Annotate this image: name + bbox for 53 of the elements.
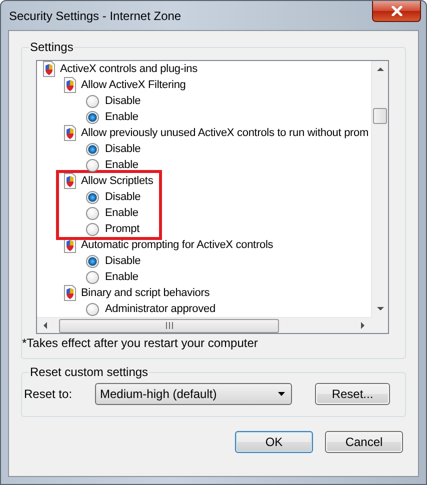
- option-label[interactable]: Disable: [105, 190, 141, 204]
- document-shield-icon: [63, 77, 77, 93]
- radio-button[interactable]: [86, 302, 99, 316]
- option-label[interactable]: Administrator approved: [105, 302, 216, 316]
- level-dropdown[interactable]: Medium-high (default): [95, 383, 292, 405]
- setting-category: Allow previously unused ActiveX controls to run without prom: [81, 126, 369, 140]
- document-shield-icon: [63, 125, 77, 141]
- option-label[interactable]: Enable: [105, 158, 138, 172]
- option-label[interactable]: Prompt: [105, 222, 140, 236]
- scroll-arrow-icon[interactable]: [376, 66, 384, 73]
- horizontal-scrollbar[interactable]: [37, 317, 371, 333]
- scroll-arrow-icon[interactable]: [359, 322, 366, 329]
- setting-category: Allow Scriptlets: [81, 174, 154, 188]
- option-label[interactable]: Enable: [105, 270, 138, 284]
- option-label[interactable]: Disable: [105, 142, 141, 156]
- group-title: Reset custom settings: [29, 365, 150, 379]
- scroll-thumb[interactable]: [373, 108, 387, 124]
- group-title: Settings: [29, 40, 74, 54]
- grip-icon: [166, 322, 172, 329]
- caret-icon: [278, 392, 285, 396]
- radio-button[interactable]: [86, 190, 99, 204]
- dialog-button[interactable]: OK: [235, 431, 313, 453]
- option-label[interactable]: Disable: [105, 254, 141, 268]
- radio-button[interactable]: [86, 222, 99, 236]
- close-button[interactable]: [372, 0, 421, 22]
- scroll-arrow-icon[interactable]: [42, 322, 49, 329]
- field-label: Reset to:: [24, 387, 74, 401]
- reset-button[interactable]: Reset...: [315, 383, 390, 405]
- setting-category: Binary and script behaviors: [81, 286, 210, 300]
- close-icon: [390, 6, 402, 16]
- radio-button[interactable]: [86, 110, 99, 124]
- setting-category: ActiveX controls and plug-ins: [60, 62, 198, 76]
- vertical-scrollbar[interactable]: [371, 61, 388, 317]
- radio-button[interactable]: [86, 142, 99, 156]
- setting-category: Automatic prompting for ActiveX controls: [81, 238, 274, 252]
- settings-list[interactable]: [36, 60, 389, 334]
- radio-button[interactable]: [86, 158, 99, 172]
- document-shield-icon: [63, 285, 77, 301]
- option-label[interactable]: Enable: [105, 206, 138, 220]
- footnote: *Takes effect after you restart your computer: [22, 336, 259, 350]
- setting-category: Allow ActiveX Filtering: [81, 78, 186, 92]
- option-label[interactable]: Disable: [105, 94, 141, 108]
- document-shield-icon: [63, 173, 77, 189]
- radio-button[interactable]: [86, 94, 99, 108]
- radio-button[interactable]: [86, 254, 99, 268]
- document-shield-icon: [42, 61, 56, 77]
- window-title: Security Settings - Internet Zone: [8, 8, 182, 22]
- scroll-arrow-icon[interactable]: [376, 305, 384, 312]
- radio-button[interactable]: [86, 270, 99, 284]
- dialog-button[interactable]: Cancel: [325, 431, 403, 453]
- radio-button[interactable]: [86, 206, 99, 220]
- option-label[interactable]: Enable: [105, 110, 138, 124]
- scroll-thumb[interactable]: [59, 318, 279, 332]
